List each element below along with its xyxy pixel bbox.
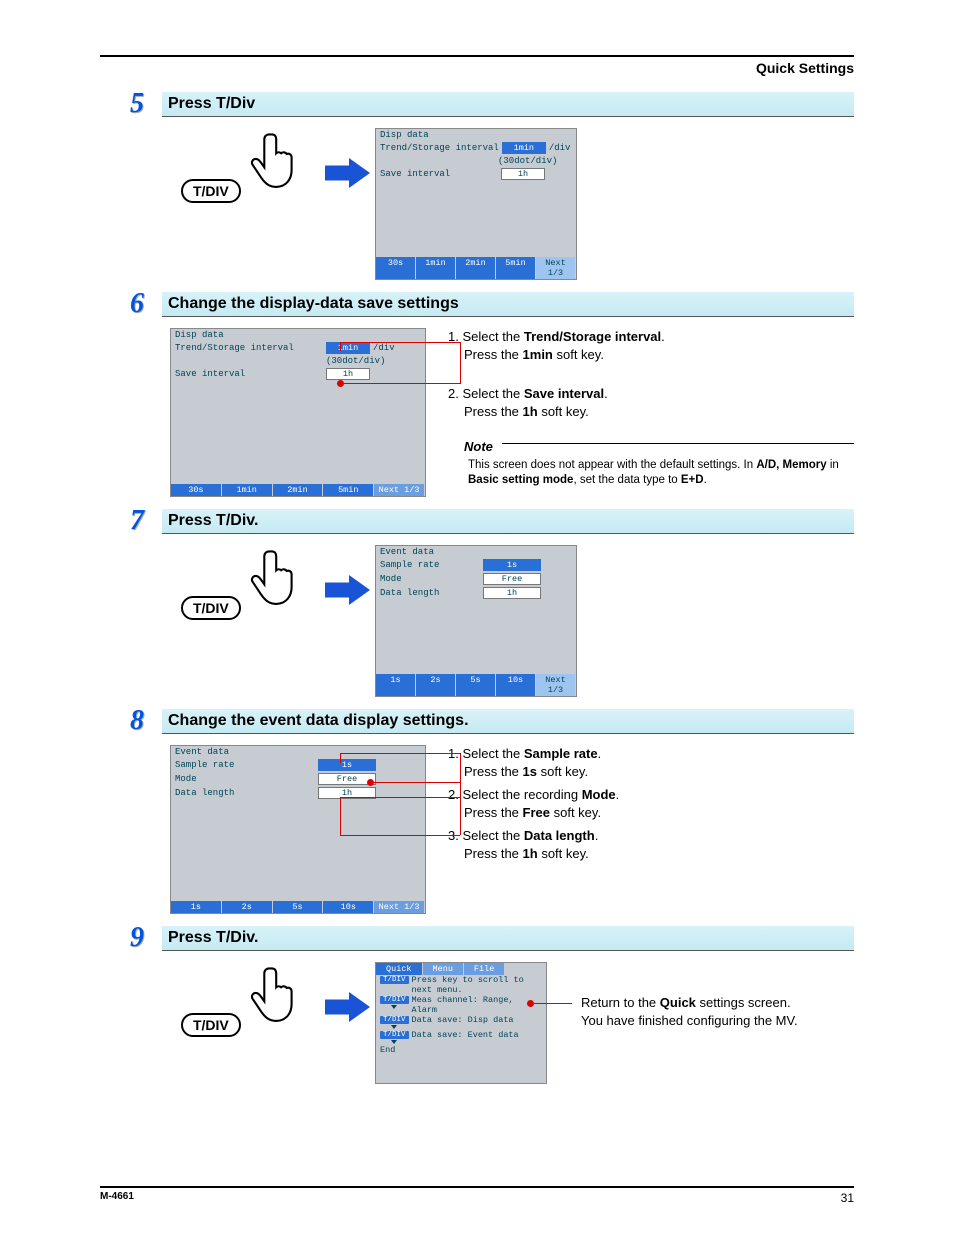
step-title-9: Press T/Div. (162, 926, 854, 951)
event-data-screen-preview: Event data Sample rate1s ModeFree Data l… (375, 545, 577, 697)
step-title-7: Press T/Div. (162, 509, 854, 534)
tdiv-button[interactable]: T/DIV (181, 179, 241, 203)
press-hand-icon (244, 960, 314, 1030)
instr8-line3: 2. Select the recording Mode. (448, 786, 619, 804)
step-number-5: 5 (130, 88, 162, 120)
press-hand-icon (244, 543, 314, 613)
instr6-line2: Press the 1min soft key. (464, 346, 854, 364)
instr6-line1: 1. Select the Trend/Storage interval. (448, 328, 854, 346)
arrow-right-icon (325, 156, 370, 190)
note-box: Note This screen does not appear with th… (464, 438, 854, 489)
step-number-9: 9 (130, 922, 162, 954)
footer-page-number: 31 (841, 1191, 854, 1205)
instr9-line2: You have finished configuring the MV. (581, 1012, 798, 1030)
instr6-line4: Press the 1h soft key. (464, 403, 854, 421)
instr8-line1: 1. Select the Sample rate. (448, 745, 619, 763)
instr8-line5: 3. Select the Data length. (448, 827, 619, 845)
arrow-right-icon (325, 573, 370, 607)
header-section-title: Quick Settings (100, 60, 854, 76)
step-title-6: Change the display-data save settings (162, 292, 854, 317)
press-hand-icon (244, 126, 314, 196)
instr8-line4: Press the Free soft key. (464, 804, 619, 822)
disp-data-screen-edit: Disp data Trend/Storage interval 1min /d… (170, 328, 426, 497)
tdiv-button[interactable]: T/DIV (181, 1013, 241, 1037)
instr8-line2: Press the 1s soft key. (464, 763, 619, 781)
quick-menu-screen: Quick Menu File T/DIVPress key to scroll… (375, 962, 547, 1084)
footer-doc-id: M-4661 (100, 1191, 134, 1205)
tdiv-button[interactable]: T/DIV (181, 596, 241, 620)
step-number-7: 7 (130, 505, 162, 537)
instr9-line1: Return to the Quick settings screen. (581, 994, 798, 1012)
instr8-line6: Press the 1h soft key. (464, 845, 619, 863)
step-title-8: Change the event data display settings. (162, 709, 854, 734)
disp-data-screen-preview: Disp data Trend/Storage interval 1min /d… (375, 128, 577, 280)
step-number-6: 6 (130, 288, 162, 320)
step-number-8: 8 (130, 705, 162, 737)
instr6-line3: 2. Select the Save interval. (448, 385, 854, 403)
step-title-5: Press T/Div (162, 92, 854, 117)
event-data-screen-edit: Event data Sample rate1s ModeFree Data l… (170, 745, 426, 914)
arrow-right-icon (325, 990, 370, 1024)
